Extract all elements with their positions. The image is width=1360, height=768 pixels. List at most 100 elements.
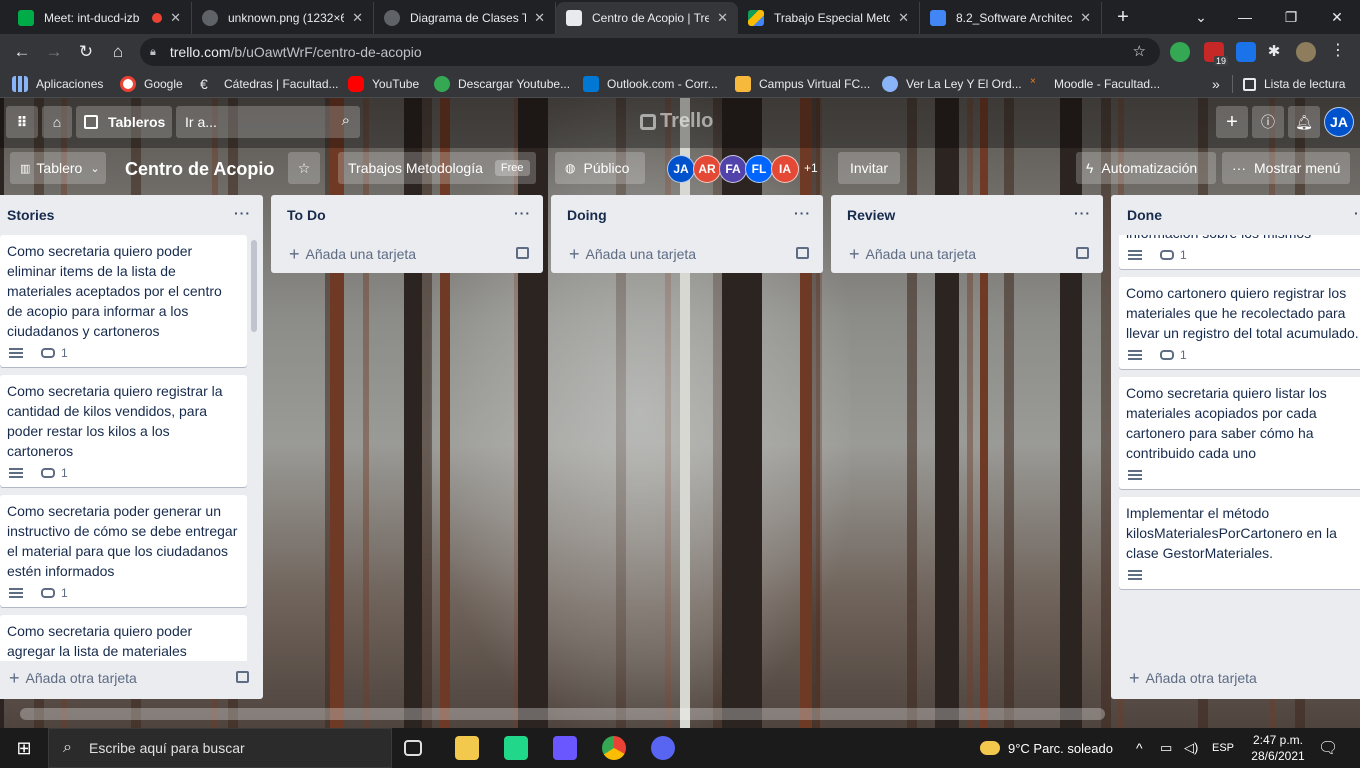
chrome-icon[interactable] (602, 736, 626, 760)
member-avatar[interactable]: FA (719, 155, 747, 183)
add-another-card-button[interactable]: + Añada otra tarjeta (1111, 659, 1360, 697)
forward-icon[interactable]: → (42, 40, 66, 64)
boards-button[interactable]: Tableros (76, 106, 172, 138)
card[interactable]: Como secretaria quiero registrar la cant… (0, 375, 247, 487)
intellij-icon[interactable] (553, 736, 577, 760)
close-window-icon[interactable]: ✕ (1314, 0, 1360, 34)
add-card-button[interactable]: + Añada una tarjeta (271, 235, 543, 273)
card[interactable]: Como secretaria quiero poder agregar la … (0, 615, 247, 661)
card[interactable]: Como secretaria poder generar un instruc… (0, 495, 247, 607)
close-tab-icon[interactable]: ✕ (898, 10, 909, 26)
show-menu-button[interactable]: ··· Mostrar menú (1222, 152, 1350, 184)
card-template-icon[interactable] (516, 247, 529, 259)
weather-widget[interactable]: 9°C Parc. soleado (980, 728, 1113, 768)
reload-icon[interactable]: ↻ (74, 40, 98, 64)
create-button[interactable]: + (1216, 106, 1248, 138)
extension-play-icon[interactable] (1170, 42, 1190, 62)
notification-center-icon[interactable]: 🗨︎ (1318, 728, 1338, 768)
bookmark-moodle[interactable]: × Moodle - Facultad... (1030, 75, 1160, 93)
bookmarks-overflow[interactable]: » (1212, 75, 1220, 93)
board-horizontal-scrollbar[interactable] (20, 708, 1105, 720)
list-header[interactable]: To Do ··· (271, 195, 543, 235)
tab-meet[interactable]: Meet: int-ducd-izb ✕ (8, 2, 192, 34)
invite-button[interactable]: Invitar (838, 152, 900, 184)
list-header[interactable]: Doing ··· (551, 195, 823, 235)
list-header[interactable]: Done ··· (1111, 195, 1360, 235)
add-another-card-button[interactable]: + Añada otra tarjeta (0, 659, 263, 697)
close-tab-icon[interactable]: ✕ (170, 10, 181, 26)
automation-button[interactable]: ϟ Automatización (1076, 152, 1216, 184)
tab-diagrama[interactable]: Diagrama de Clases TI ✕ (374, 2, 556, 34)
card-template-icon[interactable] (796, 247, 809, 259)
restore-icon[interactable]: ❐ (1268, 0, 1314, 34)
home-icon[interactable]: ⌂ (106, 40, 130, 64)
new-tab-button[interactable]: + (1100, 0, 1146, 34)
volume-icon[interactable]: ◁) (1184, 728, 1198, 768)
card[interactable]: Como cartonero quiero registrar los mate… (1119, 277, 1360, 369)
file-explorer-icon[interactable] (455, 736, 479, 760)
member-avatar[interactable]: FL (745, 155, 773, 183)
reading-list[interactable]: Lista de lectura (1232, 75, 1345, 93)
tab-unknown-png[interactable]: unknown.png (1232×6 ✕ (192, 2, 374, 34)
list-scrollbar[interactable] (251, 240, 257, 332)
close-tab-icon[interactable]: ✕ (534, 10, 545, 26)
apps-switcher-icon[interactable]: ⠿ (6, 106, 38, 138)
list-menu-icon[interactable]: ··· (514, 205, 531, 221)
member-avatar[interactable]: JA (667, 155, 695, 183)
home-button[interactable]: ⌂ (42, 106, 72, 138)
extension-shield-icon[interactable] (1236, 42, 1256, 62)
tab-centro-de-acopio[interactable]: Centro de Acopio | Tre ✕ (556, 2, 738, 34)
back-icon[interactable]: ← (10, 40, 34, 64)
bookmark-ver-la-ley[interactable]: Ver La Ley Y El Ord... (882, 75, 1022, 93)
bookmark-youtube[interactable]: YouTube (348, 75, 419, 93)
bookmark-outlook[interactable]: Outlook.com - Corr... (583, 75, 718, 93)
tab-trabajo-especial[interactable]: Trabajo Especial Meto ✕ (738, 2, 920, 34)
list-menu-icon[interactable]: ··· (1074, 205, 1091, 221)
taskbar-search-input[interactable]: ⌕ Escribe aquí para buscar (48, 728, 392, 768)
visibility-button[interactable]: ◍ Público (555, 152, 645, 184)
bookmark-google[interactable]: Google (120, 75, 183, 93)
board-search-input[interactable]: Ir a... ⌕ (176, 106, 360, 138)
address-bar[interactable]: 🔒︎ trello.com/b/uOawtWrF/centro-de-acopi… (140, 38, 1160, 66)
notifications-bell-icon[interactable]: 🔔︎ (1288, 106, 1320, 138)
card[interactable]: Como secretaria quiero listar los materi… (1119, 377, 1360, 489)
board-title[interactable]: Centro de Acopio (115, 153, 284, 185)
extensions-puzzle-icon[interactable]: ✱ (1264, 42, 1284, 62)
bookmark-aplicaciones[interactable]: Aplicaciones (12, 75, 103, 93)
workspace-button[interactable]: Trabajos Metodología Free (338, 152, 536, 184)
bookmark-catedras[interactable]: € Cátedras | Facultad... (200, 75, 339, 93)
card[interactable]: Como secretaria quiero poder eliminar it… (0, 235, 247, 367)
chrome-menu-icon[interactable]: ⋮ (1328, 42, 1348, 62)
profile-avatar[interactable] (1296, 42, 1316, 62)
board-view-switcher[interactable]: ▥ Tablero ⌄ (10, 152, 106, 184)
tray-chevron-up-icon[interactable]: ^ (1136, 728, 1143, 768)
close-tab-icon[interactable]: ✕ (1080, 10, 1091, 26)
user-avatar[interactable]: JA (1324, 107, 1354, 137)
list-menu-icon[interactable]: ··· (1354, 205, 1360, 221)
add-card-button[interactable]: + Añada una tarjeta (831, 235, 1103, 273)
trello-logo[interactable]: Trello (640, 110, 713, 133)
more-members-count[interactable]: +1 (794, 152, 828, 184)
card-template-icon[interactable] (1076, 247, 1089, 259)
language-indicator[interactable]: ESP (1212, 728, 1234, 768)
info-icon[interactable]: ⓘ (1252, 106, 1284, 138)
task-view-icon[interactable] (404, 740, 422, 756)
star-board-icon[interactable]: ☆ (288, 152, 320, 184)
list-menu-icon[interactable]: ··· (234, 205, 251, 221)
member-avatar[interactable]: AR (693, 155, 721, 183)
tab-search-icon[interactable]: ⌄ (1178, 0, 1224, 34)
list-header[interactable]: Stories ··· (0, 195, 263, 235)
list-header[interactable]: Review ··· (831, 195, 1103, 235)
network-icon[interactable]: ▭ (1160, 728, 1172, 768)
bookmark-campus-virtual[interactable]: Campus Virtual FC... (735, 75, 870, 93)
bookmark-star-icon[interactable]: ☆ (1133, 42, 1146, 60)
tab-software-architecture[interactable]: 8.2_Software Architect ✕ (920, 2, 1102, 34)
card[interactable]: Implementar el método kilosMaterialesPor… (1119, 497, 1360, 589)
clion-icon[interactable] (504, 736, 528, 760)
list-menu-icon[interactable]: ··· (794, 205, 811, 221)
add-card-button[interactable]: + Añada una tarjeta (551, 235, 823, 273)
bookmark-descargar-youtube[interactable]: Descargar Youtube... (434, 75, 570, 93)
minimize-icon[interactable]: — (1222, 0, 1268, 34)
extension-badge-icon[interactable]: 19 (1204, 42, 1228, 66)
close-tab-icon[interactable]: ✕ (352, 10, 363, 26)
